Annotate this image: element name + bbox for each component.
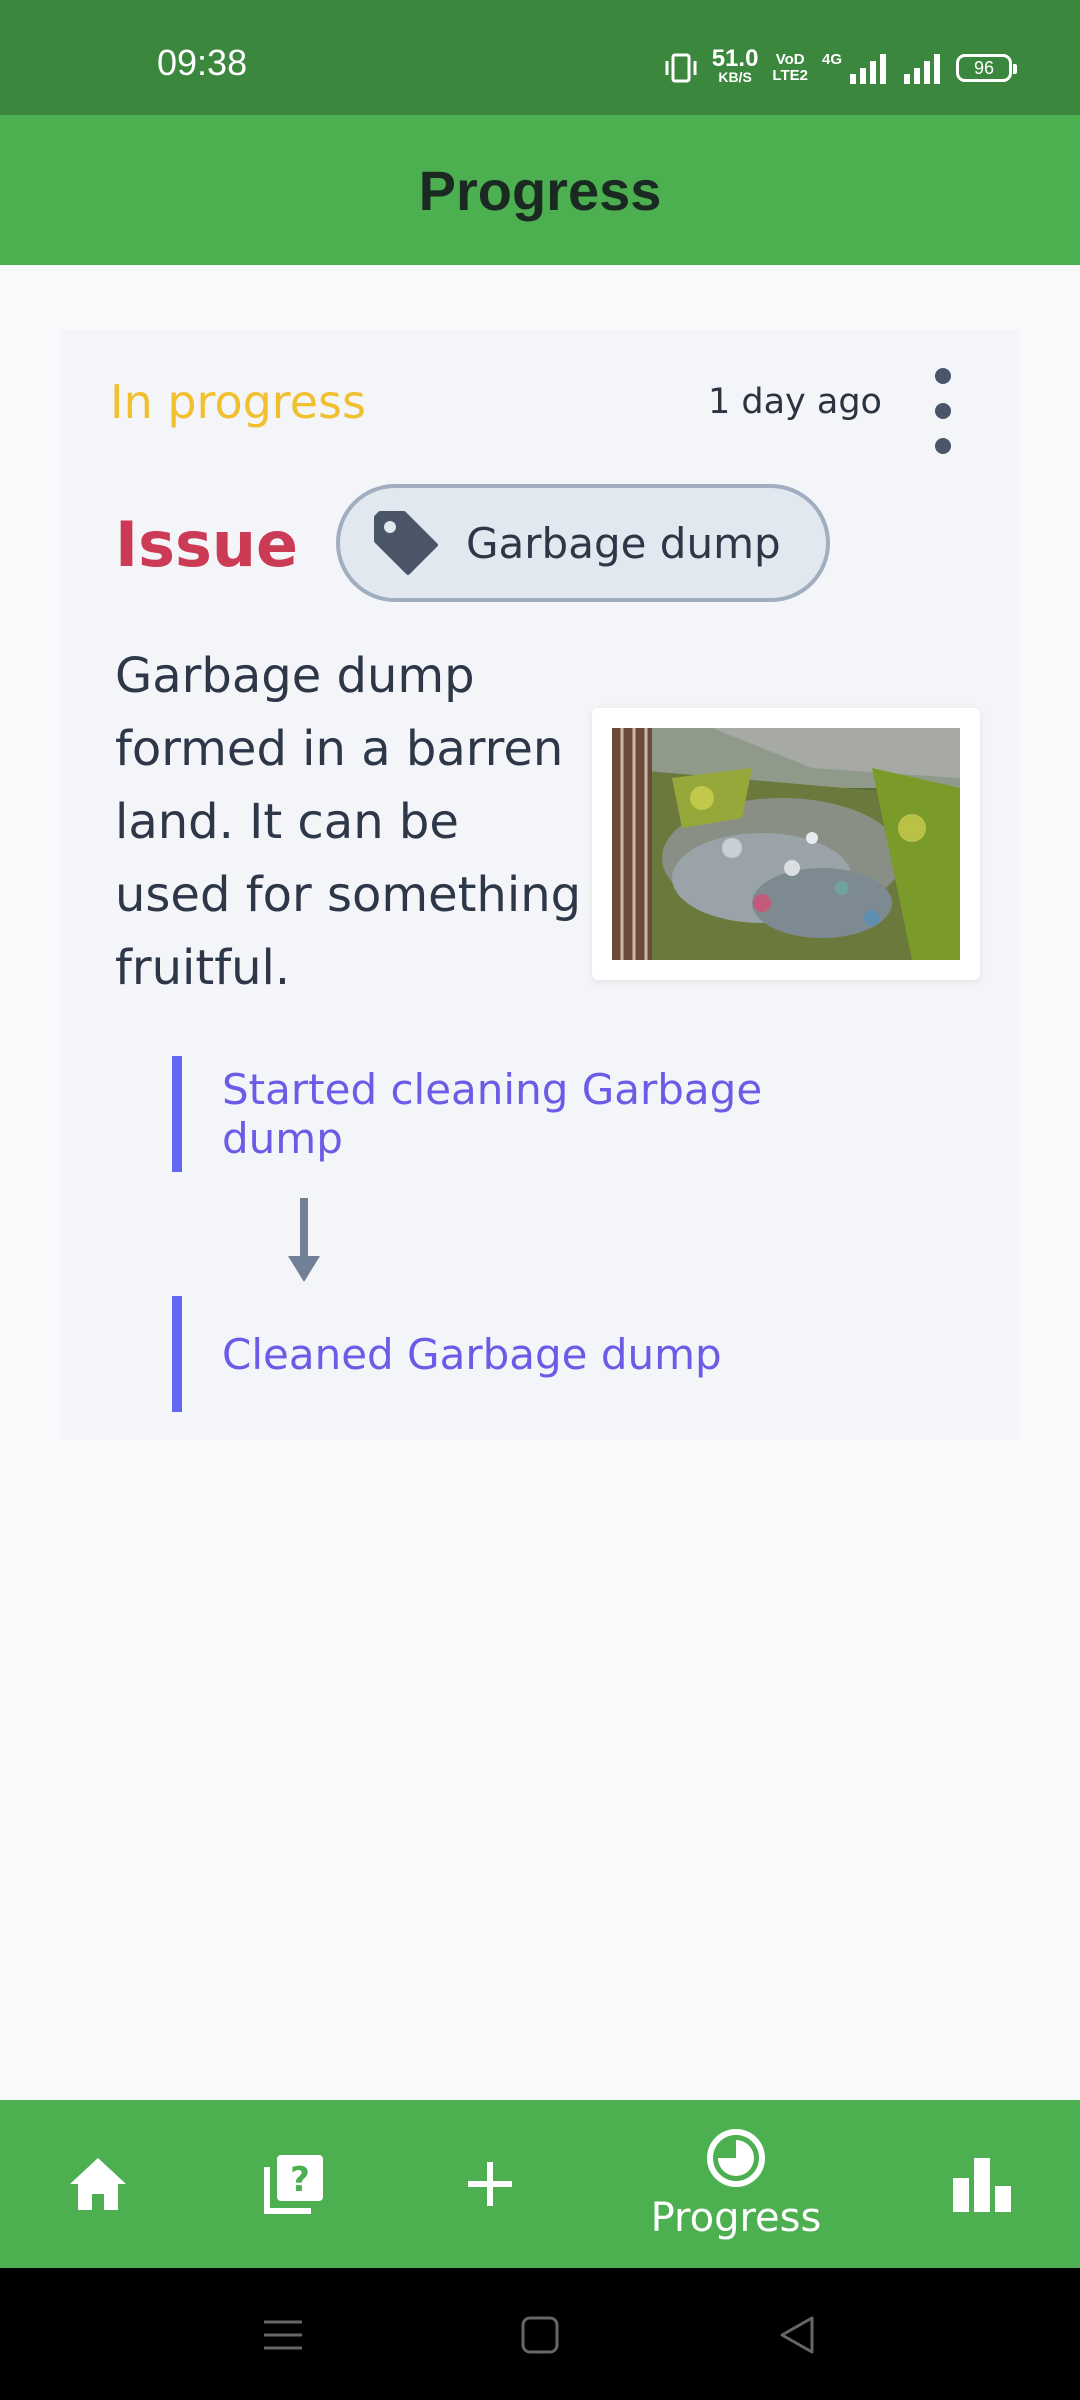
nav-questions[interactable]: ? [244, 2100, 344, 2268]
status-badge: In progress [110, 375, 366, 429]
home-icon [70, 2158, 126, 2210]
battery-level: 96 [973, 57, 995, 78]
kebab-dot [935, 403, 951, 419]
kebab-dot [935, 438, 951, 454]
tag-chip[interactable]: Garbage dump [336, 484, 830, 602]
battery-icon: 96 [956, 54, 1017, 82]
home-button-icon[interactable] [515, 2310, 565, 2360]
system-navigation-bar [0, 2268, 1080, 2400]
tag-label: Garbage dump [466, 518, 781, 568]
network-type: 4G [821, 50, 842, 68]
issue-label: Issue [115, 508, 299, 581]
progress-step: Started cleaning Garbage dump [172, 1056, 892, 1172]
garbage-dump-photo [612, 728, 960, 960]
more-options-button[interactable] [928, 368, 958, 454]
app-bar: Progress [0, 115, 1080, 265]
status-time: 09:38 [157, 42, 248, 83]
menu-icon[interactable] [258, 2310, 308, 2360]
issue-description: Garbage dump formed in a barren land. It… [115, 648, 582, 996]
volte-indicator: VoD LTE2 [772, 51, 808, 84]
question-icon: ? [264, 2155, 323, 2214]
progress-icon [707, 2129, 765, 2187]
issue-card[interactable]: In progress 1 day ago Issue Garbage dump… [60, 330, 1020, 1440]
nav-stats[interactable] [932, 2100, 1032, 2268]
nav-progress-label: Progress [650, 2195, 822, 2241]
vibrate-icon [665, 53, 697, 83]
bar-chart-icon [953, 2158, 1011, 2212]
step-label: Cleaned Garbage dump [222, 1329, 722, 1379]
status-bar: 09:38 51.0 KB/S VoD LTE2 4G 96 [0, 0, 1080, 115]
nav-add[interactable] [440, 2100, 540, 2268]
back-icon[interactable] [772, 2310, 822, 2360]
kebab-dot [935, 368, 951, 384]
bottom-navigation: ? Progress [0, 2100, 1080, 2268]
page-title: Progress [418, 158, 662, 222]
tag-icon [374, 511, 438, 575]
step-label: Started cleaning Garbage dump [222, 1065, 763, 1163]
signal-icon [850, 54, 886, 84]
progress-step: Cleaned Garbage dump [172, 1296, 892, 1412]
signal-icon [904, 54, 940, 84]
issue-photo[interactable] [592, 708, 980, 980]
plus-icon [468, 2162, 512, 2206]
timestamp: 1 day ago [708, 382, 882, 422]
nav-progress[interactable]: Progress [620, 2100, 852, 2268]
net-speed: 51.0 KB/S [711, 45, 759, 86]
status-icons: 51.0 KB/S VoD LTE2 4G 96 [664, 45, 1017, 88]
svg-text:?: ? [290, 2160, 310, 2200]
arrow-down-icon [288, 1198, 320, 1282]
nav-home[interactable] [48, 2100, 148, 2268]
